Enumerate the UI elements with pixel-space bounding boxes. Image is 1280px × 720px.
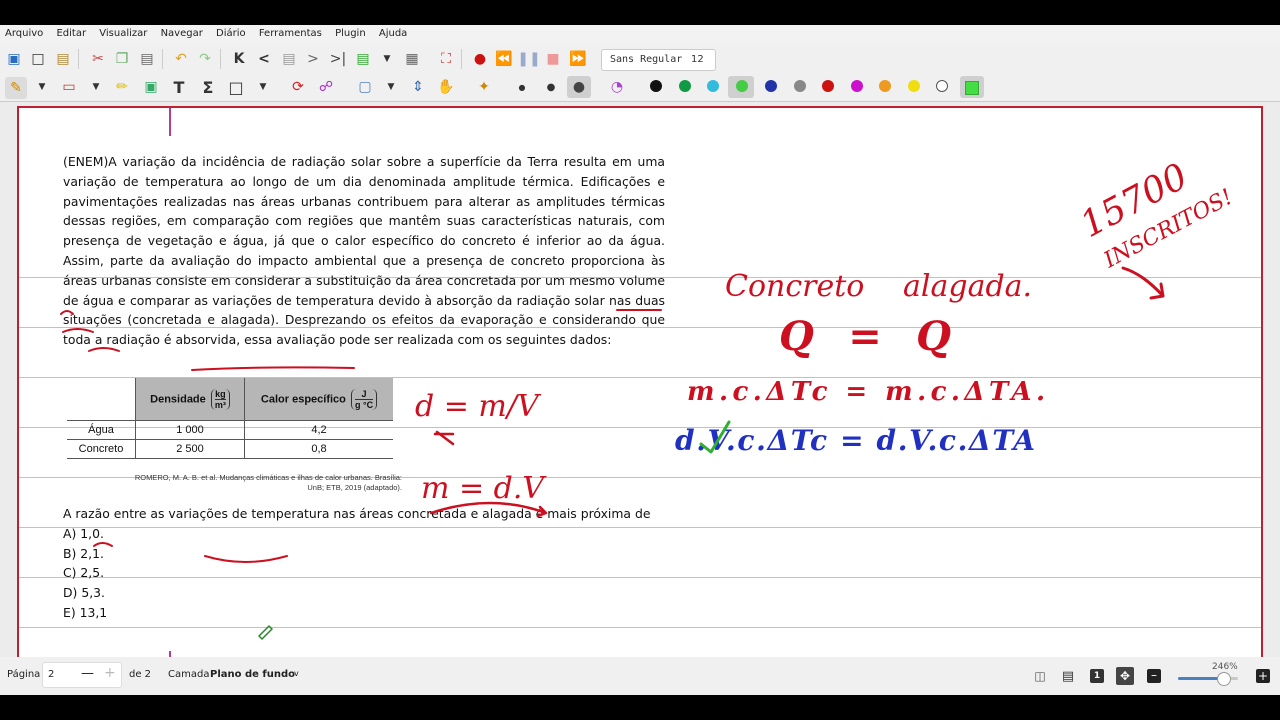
chevron-down-icon[interactable]: ▼ (381, 77, 401, 97)
dual-page-icon[interactable]: ◫ (1030, 666, 1050, 686)
xournal-app: Arquivo Editar Visualizar Navegar Diário… (0, 25, 1280, 695)
record-icon[interactable]: ● (470, 49, 490, 69)
copy-icon[interactable]: ❐ (112, 49, 132, 69)
menu-plugin[interactable]: Plugin (330, 25, 371, 39)
alagada-ink: alagada. (903, 269, 1032, 304)
chevron-down-icon[interactable]: ▼ (86, 77, 106, 97)
default-tool-icon[interactable]: ✦ (474, 77, 494, 97)
zoom-level: 246% (1212, 662, 1238, 672)
custom-color-button[interactable] (960, 76, 984, 98)
custom-color-swatch (965, 81, 979, 95)
color-orange[interactable] (879, 80, 891, 92)
chevron-down-icon[interactable]: v (294, 669, 299, 678)
page-total: de 2 (129, 669, 152, 680)
page-layout-icon[interactable]: ▦ (402, 49, 422, 69)
menu-arquivo[interactable]: Arquivo (0, 25, 48, 39)
select-rect-icon[interactable]: ▢ (355, 77, 375, 97)
medium-line-icon[interactable]: ● (541, 77, 561, 97)
menu-ajuda[interactable]: Ajuda (374, 25, 412, 39)
eraser-icon[interactable]: ▭ (59, 77, 79, 97)
next-page-icon[interactable]: > (303, 49, 323, 69)
pen-icon[interactable]: ✎ (5, 77, 27, 99)
fill-icon[interactable]: ◔ (607, 77, 627, 97)
cut-icon[interactable]: ✂ (88, 49, 108, 69)
chevron-down-icon[interactable]: ▼ (253, 77, 273, 97)
layer-label: Camada (168, 669, 210, 680)
zoom-slider-handle[interactable] (1217, 672, 1231, 686)
stop-icon[interactable]: ■ (543, 49, 563, 69)
zoom-slider[interactable] (1178, 672, 1238, 686)
image-icon[interactable]: ▣ (141, 77, 161, 97)
page-canvas[interactable]: (ENEM)A variação da incidência de radiaç… (17, 106, 1263, 657)
main-toolbar: ▣ □ ▤ ✂ ❐ ▤ ↶ ↷ K < ▤ > >| ▤ ▼ ▦ ⛶ ● ⏪ ❚… (0, 45, 1280, 73)
decrement-page-button[interactable]: — (81, 666, 94, 681)
paste-icon[interactable]: ▤ (137, 49, 157, 69)
equation-mass-ink: m.c.ΔTc = m.c.ΔTA. (687, 377, 1045, 407)
menu-visualizar[interactable]: Visualizar (94, 25, 152, 39)
menu-editar[interactable]: Editar (51, 25, 91, 39)
equation-density-ink: d.V.c.ΔTc = d.V.c.ΔTA (675, 424, 1035, 457)
heat-equality-ink: Q = Q (779, 313, 951, 360)
tools-toolbar: ✎ ▼ ▭ ▼ ✏ ▣ T Σ □ ▼ ⟳ ☍ ▢ ▼ ⇕ ✋ ✦ ● ● ● … (0, 73, 1280, 102)
mass-formula-ink: m = d.V (421, 471, 547, 506)
color-light-blue[interactable] (707, 80, 719, 92)
latex-icon[interactable]: Σ (198, 77, 218, 97)
color-green[interactable] (736, 80, 748, 92)
menu-bar: Arquivo Editar Visualizar Navegar Diário… (0, 25, 1280, 45)
page-label: Página (7, 669, 41, 680)
presentation-icon[interactable]: ▤ (1058, 666, 1078, 686)
increment-page-button[interactable]: + (104, 665, 116, 681)
rotation-snap-icon[interactable]: ⟳ (288, 77, 308, 97)
grid-snap-icon[interactable]: ☍ (316, 77, 336, 97)
open-folder-icon[interactable]: ▤ (53, 49, 73, 69)
color-black[interactable] (650, 80, 662, 92)
save-icon[interactable]: ▣ (4, 49, 24, 69)
shape-icon[interactable]: □ (226, 77, 246, 97)
zoom-out-icon[interactable]: – (1147, 669, 1161, 683)
last-page-icon[interactable]: >| (328, 49, 348, 69)
page-number-input[interactable]: 2 (48, 669, 54, 680)
new-document-icon[interactable]: □ (28, 49, 48, 69)
color-magenta[interactable] (851, 80, 863, 92)
chevron-down-icon[interactable]: ▼ (377, 49, 397, 69)
font-size: 12 (691, 54, 704, 65)
density-formula-ink: d = m/V (415, 389, 542, 424)
text-tool-icon[interactable]: T (169, 77, 189, 97)
first-page-icon[interactable]: K (229, 49, 249, 69)
highlighter-icon[interactable]: ✏ (112, 77, 132, 97)
color-red[interactable] (822, 80, 834, 92)
color-gray[interactable] (794, 80, 806, 92)
color-yellow[interactable] (908, 80, 920, 92)
fast-forward-icon[interactable]: ⏩ (568, 49, 588, 69)
rewind-icon[interactable]: ⏪ (494, 49, 514, 69)
thick-line-icon[interactable]: ● (567, 76, 591, 98)
hand-icon[interactable]: ✋ (436, 77, 456, 97)
handwriting-layer: d = m/V m = d.V 15700 INSCRITOS! Concret… (60, 156, 1237, 640)
layer-select[interactable]: Plano de fundo (210, 669, 295, 680)
menu-navegar[interactable]: Navegar (156, 25, 208, 39)
fullscreen-icon[interactable]: ⛶ (436, 49, 456, 69)
thin-line-icon[interactable]: ● (512, 77, 532, 97)
font-name: Sans Regular (610, 54, 683, 65)
goto-page-icon[interactable]: ▤ (279, 49, 299, 69)
menu-ferramentas[interactable]: Ferramentas (254, 25, 327, 39)
status-bar: Página 2 — + de 2 Camada Plano de fundo … (0, 657, 1280, 695)
add-page-icon[interactable]: ▤ (353, 49, 373, 69)
zoom-fit-icon[interactable]: ✥ (1116, 667, 1134, 685)
color-blue[interactable] (765, 80, 777, 92)
undo-icon[interactable]: ↶ (171, 49, 191, 69)
vertical-space-icon[interactable]: ⇕ (408, 77, 428, 97)
menu-diario[interactable]: Diário (211, 25, 251, 39)
chevron-down-icon[interactable]: ▼ (32, 77, 52, 97)
page-spinner[interactable]: 2 — + (42, 662, 122, 688)
zoom-100-icon[interactable]: 1 (1090, 669, 1104, 683)
font-selector[interactable]: Sans Regular 12 (601, 49, 716, 71)
redo-icon[interactable]: ↷ (195, 49, 215, 69)
pause-icon[interactable]: ❚❚ (517, 49, 540, 69)
color-white[interactable] (936, 80, 948, 92)
previous-page-icon[interactable]: < (254, 49, 274, 69)
zoom-in-icon[interactable]: + (1256, 669, 1270, 683)
concreto-ink: Concreto (725, 269, 864, 304)
color-dark-green[interactable] (679, 80, 691, 92)
